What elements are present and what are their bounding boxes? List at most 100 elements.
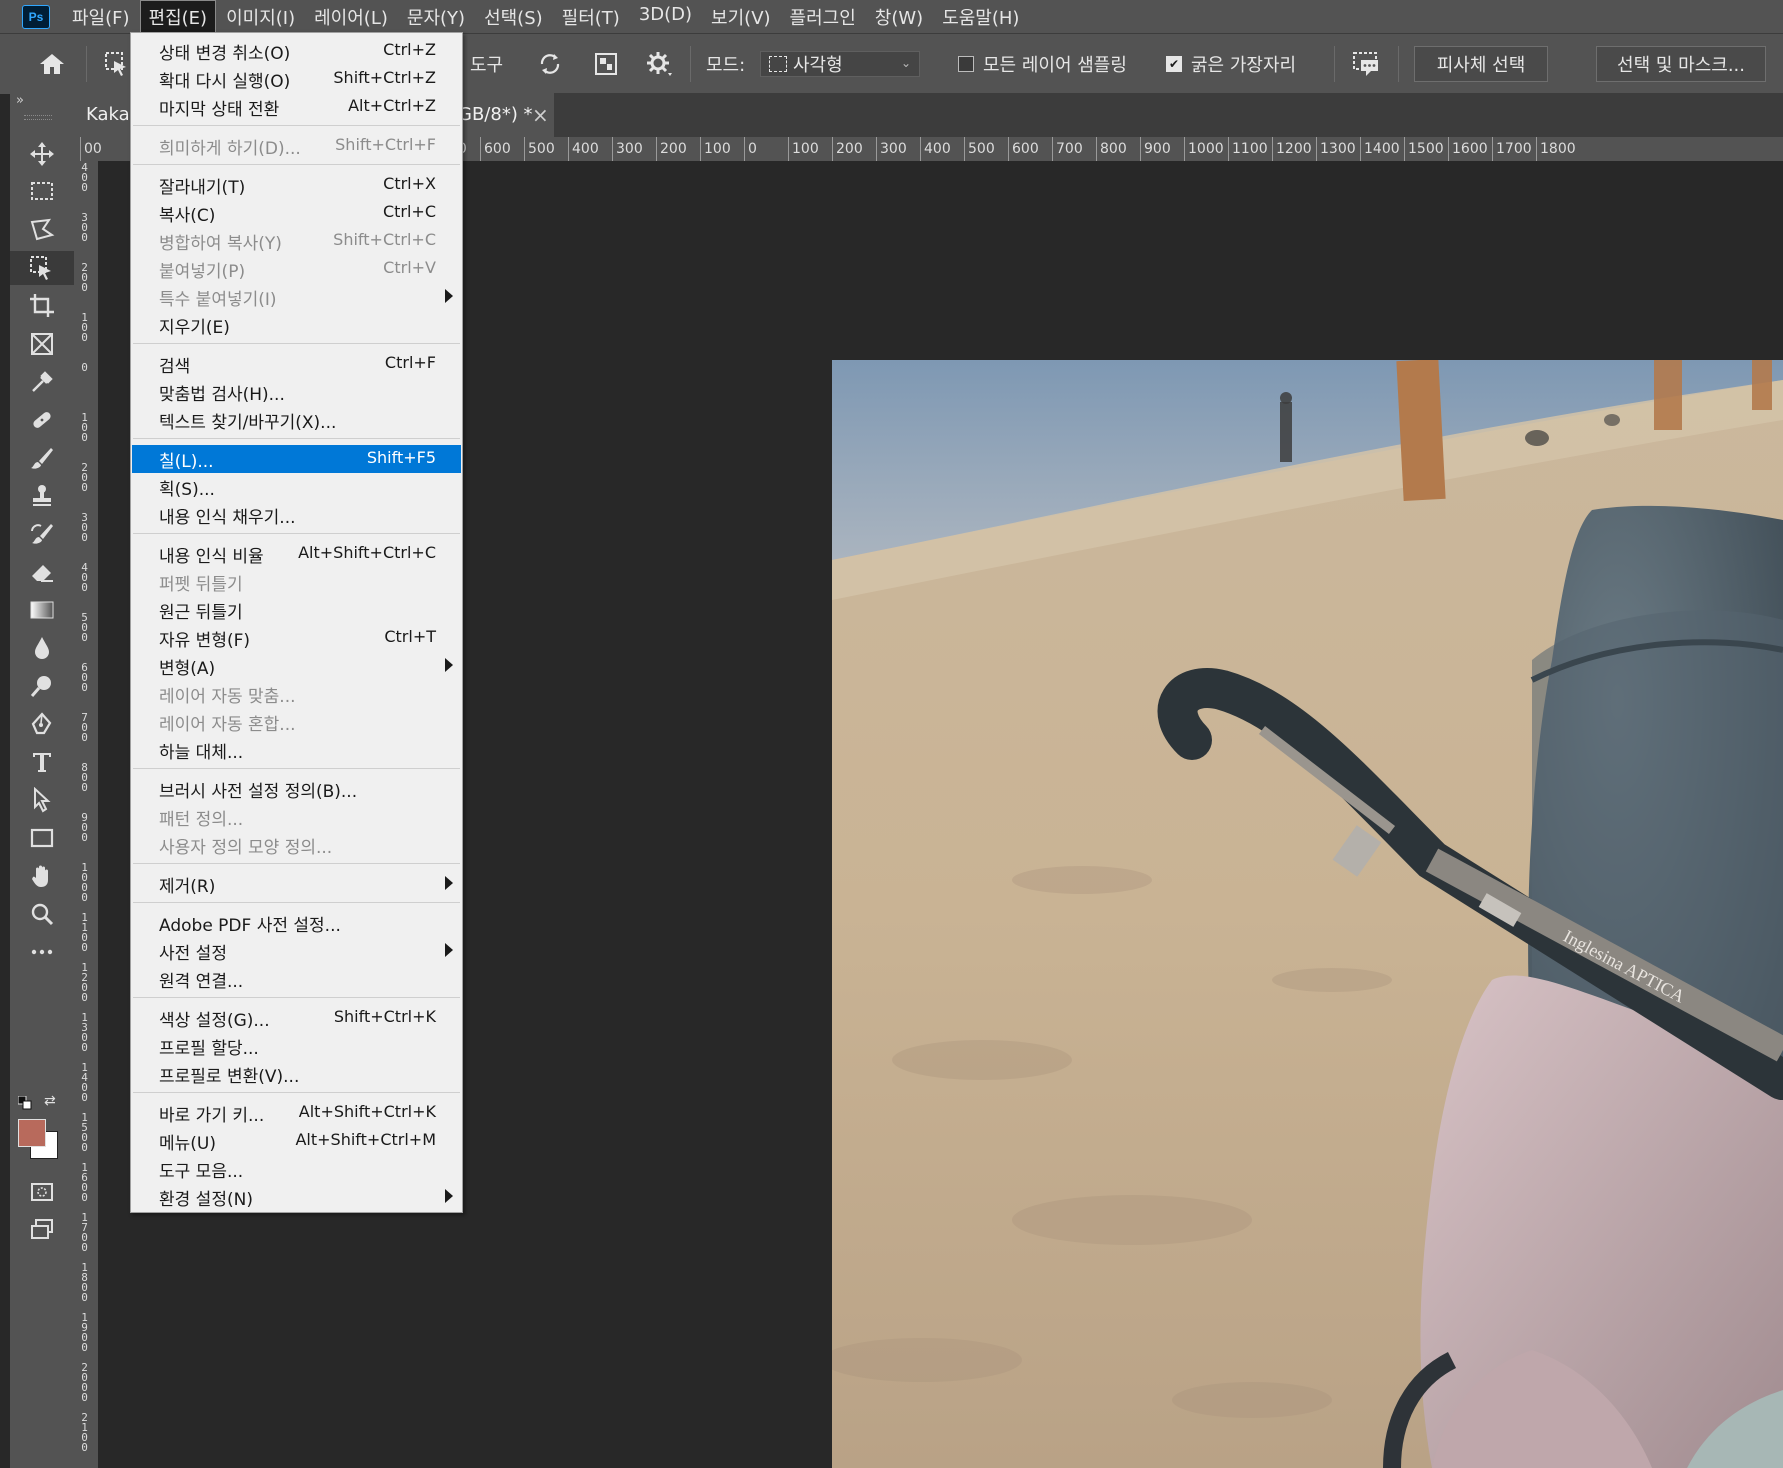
menu-12[interactable]: 도움말(H) (934, 1, 1027, 33)
screen-mode-button[interactable] (10, 1213, 74, 1247)
document-image[interactable]: Inglesina APTICA (832, 360, 1783, 1468)
brush-tool[interactable] (10, 441, 74, 475)
menu-item[interactable]: 도구 모음... (132, 1155, 461, 1183)
zoom-tool[interactable] (10, 897, 74, 931)
menu-item[interactable]: 검색 Ctrl+F (132, 350, 461, 378)
menu-item[interactable]: 잘라내기(T) Ctrl+X (132, 171, 461, 199)
menu-item[interactable]: 하늘 대체... (132, 736, 461, 764)
menu-item[interactable]: 브러시 사전 설정 정의(B)... (132, 775, 461, 803)
path-selection-tool[interactable] (10, 783, 74, 817)
menu-item[interactable]: 프로필 할당... (132, 1032, 461, 1060)
ruler-label: 200 (81, 261, 88, 294)
menu-item[interactable]: 내용 인식 비율 Alt+Shift+Ctrl+C (132, 540, 461, 568)
menu-item[interactable]: 변형(A) (132, 652, 461, 680)
pen-tool[interactable] (10, 707, 74, 741)
ruler-label: 1000 (81, 861, 88, 904)
menu-item[interactable]: 내용 인식 채우기... (132, 501, 461, 529)
menu-item[interactable]: 자유 변형(F) Ctrl+T (132, 624, 461, 652)
menu-item[interactable]: 메뉴(U) Alt+Shift+Ctrl+M (132, 1127, 461, 1155)
hard-edge-checkbox[interactable]: ✔ 굵은 가장자리 (1166, 34, 1296, 94)
object-selection-tool[interactable] (10, 251, 74, 285)
menu-item[interactable]: 텍스트 찾기/바꾸기(X)... (132, 406, 461, 434)
menu-item-label: 지우기(E) (159, 318, 230, 338)
document-tab-title-suffix: GB/8*) * (458, 104, 533, 125)
menu-item[interactable]: 사전 설정 (132, 937, 461, 965)
menu-9[interactable]: 보기(V) (703, 1, 778, 33)
hand-tool[interactable] (10, 859, 74, 893)
menu-item[interactable]: 원격 연결... (132, 965, 461, 993)
menu-item[interactable]: Adobe PDF 사전 설정... (132, 909, 461, 937)
edit-toolbar-button[interactable] (10, 935, 74, 969)
object-finder-button[interactable] (594, 34, 618, 94)
clone-stamp-tool[interactable] (10, 479, 74, 513)
menu-item: 레이어 자동 혼합... (132, 708, 461, 736)
menu-item[interactable]: 확대 다시 실행(O) Shift+Ctrl+Z (132, 65, 461, 93)
menu-item-label: 맞춤법 검사(H)... (159, 385, 285, 405)
quick-mask-icon (31, 1183, 53, 1201)
blur-tool[interactable] (10, 631, 74, 665)
menu-10[interactable]: 플러그인 (782, 1, 864, 33)
ruler-label: 1700 (1496, 141, 1532, 157)
ruler-label: 0 (81, 361, 88, 374)
menu-item[interactable]: 지우기(E) (132, 311, 461, 339)
tool-preset-picker[interactable] (104, 34, 130, 94)
menu-item[interactable]: 프로필로 변환(V)... (132, 1060, 461, 1088)
menu-item[interactable]: 원근 뒤틀기 (132, 596, 461, 624)
menu-item[interactable]: 바로 가기 키... Alt+Shift+Ctrl+K (132, 1099, 461, 1127)
menu-4[interactable]: 레이어(L) (306, 1, 396, 33)
mode-select[interactable]: 사각형 ⌄ (760, 34, 920, 94)
menu-6[interactable]: 선택(S) (476, 1, 551, 33)
quick-mask-button[interactable] (10, 1175, 74, 1209)
crop-tool[interactable] (10, 289, 74, 323)
menu-item-label: 환경 설정(N) (159, 1190, 253, 1210)
menu-item[interactable]: 마지막 상태 전환 Alt+Ctrl+Z (132, 93, 461, 121)
type-tool[interactable] (10, 745, 74, 779)
select-subject-button[interactable]: 피사체 선택 (1414, 46, 1548, 82)
menu-2[interactable]: 편집(E) (139, 0, 217, 34)
eraser-tool[interactable] (10, 555, 74, 589)
ruler-tick (1316, 137, 1317, 161)
more-icon (31, 949, 53, 955)
close-icon[interactable]: × (532, 103, 549, 127)
menu-item[interactable]: 획(S)... (132, 473, 461, 501)
collapse-panel-icon[interactable]: » (16, 93, 24, 108)
home-button[interactable] (38, 34, 66, 94)
menu-item[interactable]: 제거(R) (132, 870, 461, 898)
ruler-tick (744, 137, 745, 161)
menu-5[interactable]: 문자(Y) (399, 1, 473, 33)
menu-item-shortcut: Ctrl+X (383, 174, 436, 193)
eyedropper-icon (32, 371, 53, 392)
move-tool[interactable] (10, 137, 74, 171)
settings-button[interactable] (646, 34, 672, 94)
eyedropper-tool[interactable] (10, 365, 74, 399)
comment-button[interactable] (1352, 34, 1380, 94)
menu-1[interactable]: 파일(F) (64, 1, 138, 33)
panel-grip[interactable] (24, 115, 52, 120)
healing-brush-tool[interactable] (10, 403, 74, 437)
foreground-color-swatch[interactable] (18, 1119, 46, 1147)
menu-3[interactable]: 이미지(I) (218, 1, 303, 33)
menu-item[interactable]: 환경 설정(N) (132, 1183, 461, 1211)
menu-item[interactable]: 칠(L)... Shift+F5 (132, 445, 461, 473)
dodge-tool[interactable] (10, 669, 74, 703)
refresh-button[interactable] (538, 34, 562, 94)
menu-item[interactable]: 복사(C) Ctrl+C (132, 199, 461, 227)
ruler-label: 400 (81, 561, 88, 594)
select-and-mask-button[interactable]: 선택 및 마스크... (1596, 46, 1766, 82)
history-brush-tool[interactable] (10, 517, 74, 551)
sample-all-layers-checkbox[interactable]: 모든 레이어 샘플링 (958, 34, 1127, 94)
menu-7[interactable]: 필터(T) (554, 1, 628, 33)
lasso-tool[interactable] (10, 213, 74, 247)
marquee-tool[interactable] (10, 175, 74, 209)
menu-8[interactable]: 3D(D) (631, 1, 700, 33)
gradient-tool[interactable] (10, 593, 74, 627)
menu-item[interactable]: 상태 변경 취소(O) Ctrl+Z (132, 37, 461, 65)
rectangle-tool[interactable] (10, 821, 74, 855)
menu-item[interactable]: 색상 설정(G)... Shift+Ctrl+K (132, 1004, 461, 1032)
frame-tool[interactable] (10, 327, 74, 361)
menu-item[interactable]: 맞춤법 검사(H)... (132, 378, 461, 406)
swap-colors-icon[interactable]: ⇄ (44, 1093, 56, 1109)
ruler-label: 400 (572, 141, 599, 157)
menu-11[interactable]: 창(W) (867, 1, 931, 33)
default-colors-icon[interactable] (17, 1095, 32, 1114)
